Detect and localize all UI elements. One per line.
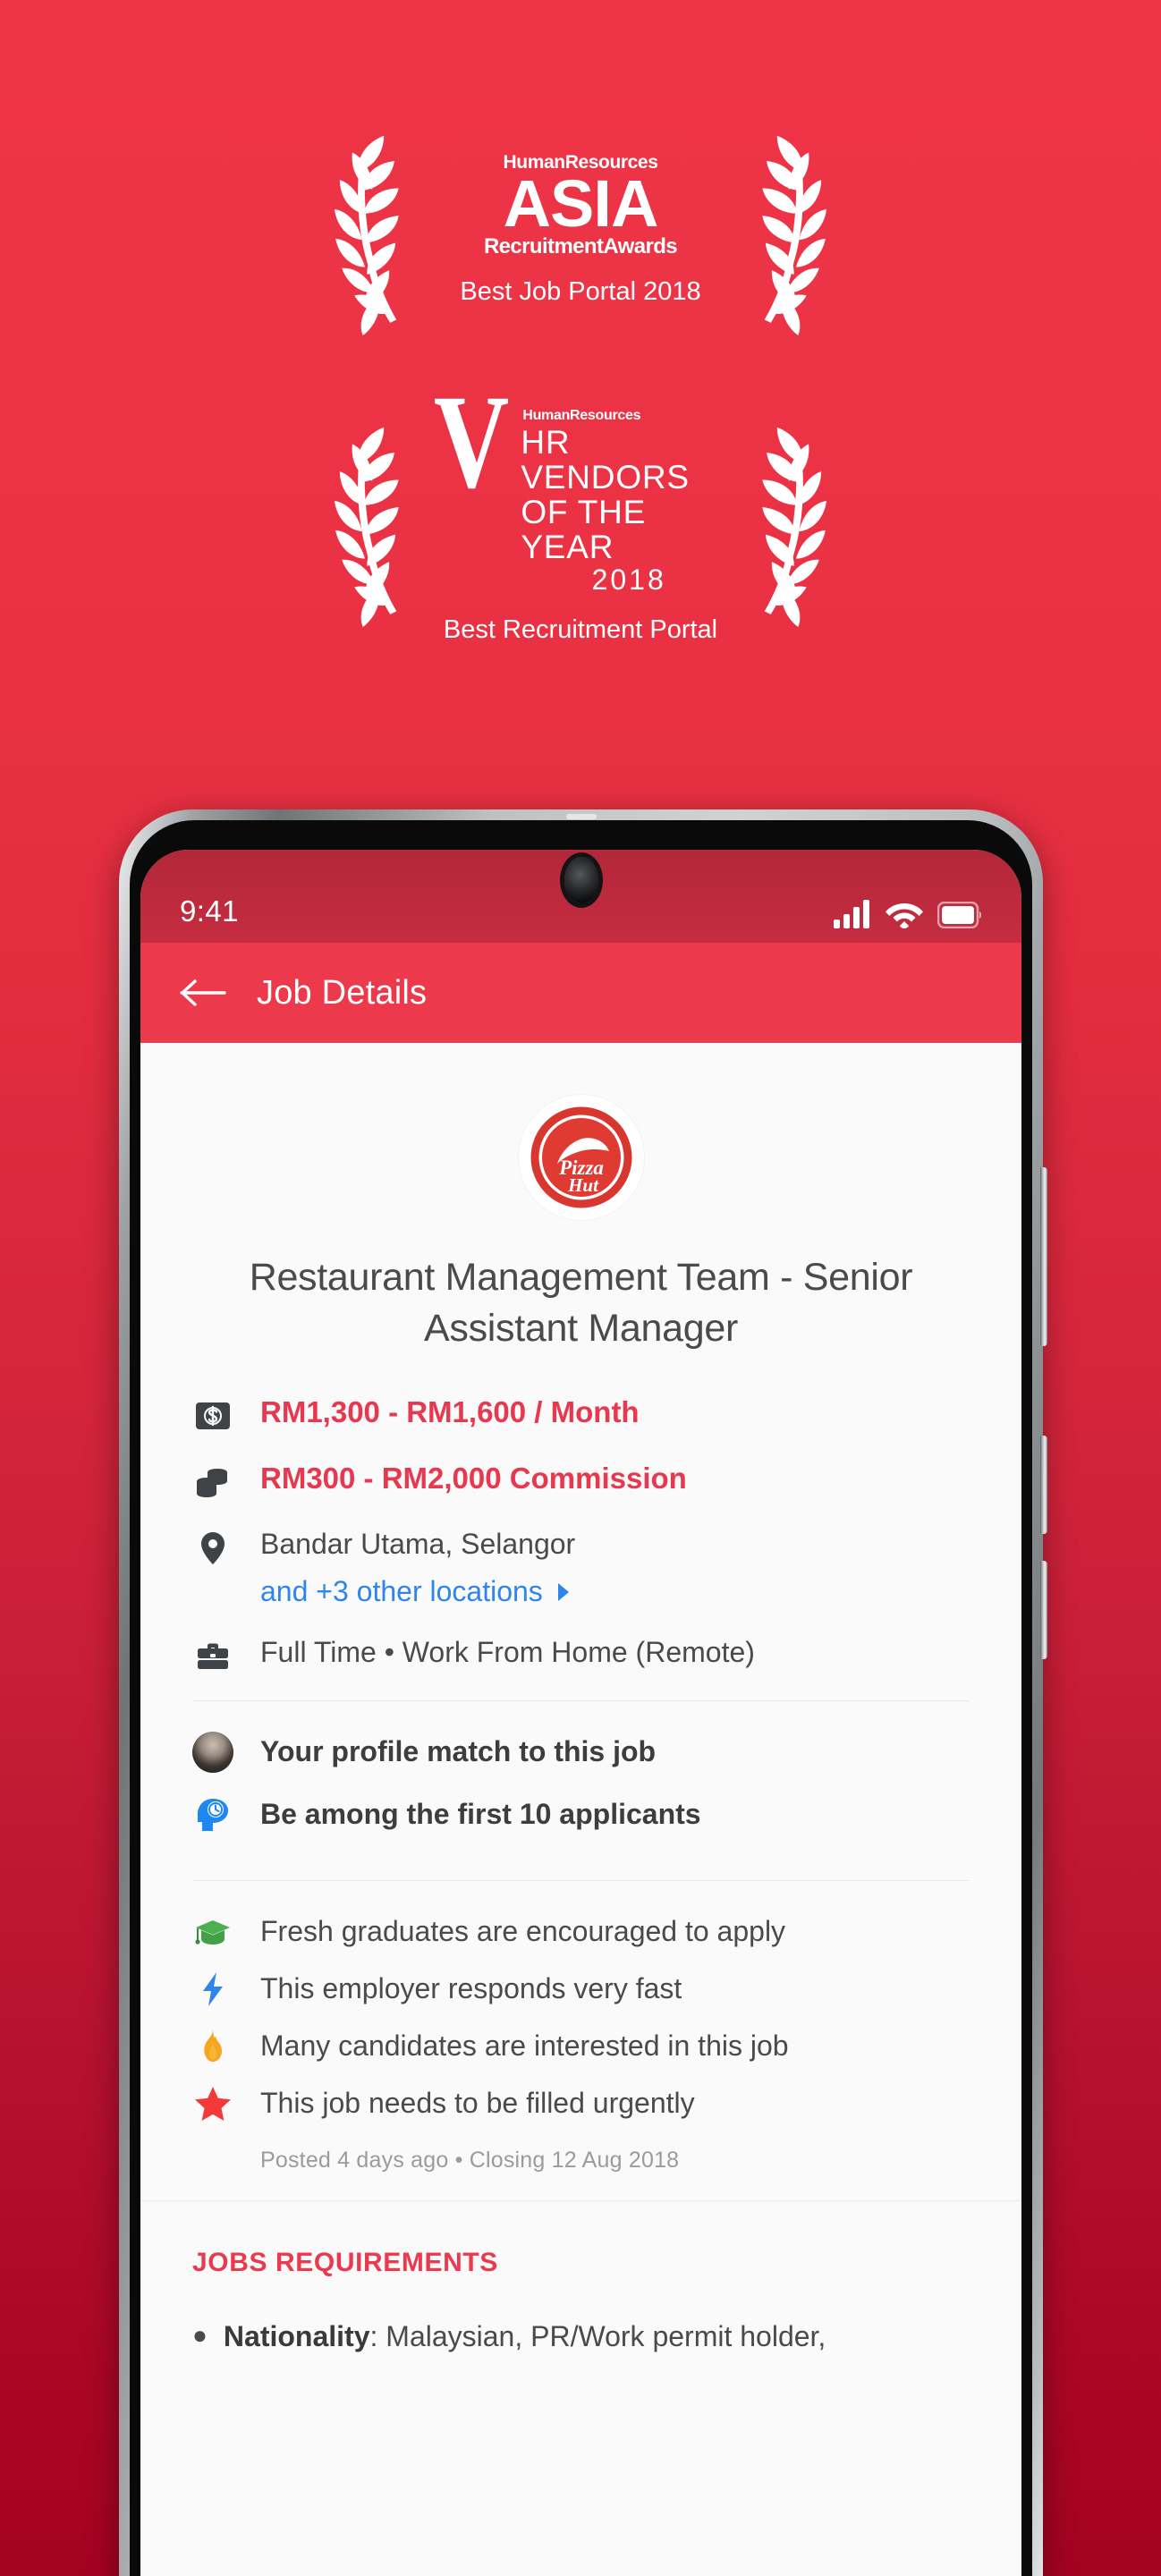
requirements-heading: JOBS REQUIREMENTS [192,2247,498,2277]
job-type-text: Full Time • Work From Home (Remote) [260,1635,755,1668]
phone-device-frame: 9:41 Job Details Pizza Hut Restaurant Ma… [119,809,1047,2576]
vendors-line-1: HR VENDORS [521,424,690,496]
graduation-cap-icon [192,1911,233,1953]
perk-text: This employer responds very fast [260,1972,682,2005]
award-center-asia: HumanResources ASIA RecruitmentAwards Be… [424,153,737,308]
phone-screen: 9:41 Job Details Pizza Hut Restaurant Ma… [140,850,1021,2576]
promo-background: HumanResources ASIA RecruitmentAwards Be… [0,0,1161,2576]
award-caption: Best Recruitment Portal [443,614,718,644]
job-info-location: Bandar Utama, Selangor and +3 other loca… [192,1526,970,1611]
profile-match-text: Your profile match to this job [260,1735,657,1768]
avatar-icon [192,1731,233,1773]
wifi-icon [886,903,923,928]
more-locations-label: and +3 other locations [260,1575,543,1608]
phone-antenna-line [565,814,597,819]
perk-fresh-graduates: Fresh graduates are encouraged to apply [192,1911,970,1953]
svg-text:Hut: Hut [567,1174,599,1196]
vendors-award-logo: V HumanResources HR VENDORS OF THE YEAR … [424,375,737,597]
early-applicant-row: Be among the first 10 applicants [192,1794,970,1835]
status-bar: 9:41 [140,850,1021,943]
vendors-text-block: HumanResources HR VENDORS OF THE YEAR 20… [521,398,737,597]
award-org-main: ASIA [503,165,659,241]
job-posted-info: Posted 4 days ago • Closing 12 Aug 2018 [260,2147,680,2173]
page-title: Job Details [257,973,428,1012]
job-title: Restaurant Management Team - Senior Assi… [249,1256,913,1350]
location-pin-icon [192,1528,233,1569]
dollar-note-icon [192,1395,233,1436]
job-details-content: Pizza Hut Restaurant Management Team - S… [140,1043,1021,2356]
laurel-wreath-left-icon [334,427,399,627]
vendors-line-2: OF THE YEAR [521,493,647,565]
award-center-vendors: V HumanResources HR VENDORS OF THE YEAR … [424,375,737,645]
status-bar-icons [834,900,982,928]
vendors-v-mark-icon: V [433,368,510,516]
perk-text: Many candidates are interested in this j… [260,2029,789,2063]
perk-urgent: This job needs to be filled urgently [192,2083,970,2124]
status-bar-time: 9:41 [180,894,239,928]
job-more-locations-row[interactable]: and +3 other locations [260,1573,575,1611]
phone-bezel: 9:41 Job Details Pizza Hut Restaurant Ma… [130,820,1032,2576]
job-info-type: Full Time • Work From Home (Remote) [192,1634,970,1677]
award-badge-asia: HumanResources ASIA RecruitmentAwards Be… [306,125,855,335]
company-logo[interactable]: Pizza Hut [518,1095,644,1220]
briefcase-icon [192,1636,233,1677]
perk-fast-response: This employer responds very fast [192,1969,970,2010]
requirement-value: : Malaysian, PR/Work permit holder, [369,2319,826,2352]
company-logo-wrap: Pizza Hut [140,1043,1021,1229]
job-salary-text: RM1,300 - RM1,600 / Month [260,1394,640,1428]
job-info-list: RM1,300 - RM1,600 / Month RM300 - RM2,00… [140,1354,1021,1677]
signal-bars-icon [834,900,869,928]
profile-match-section: Your profile match to this job Be among … [140,1701,1021,1862]
pizza-hut-logo-icon: Pizza Hut [530,1106,631,1208]
lightning-bolt-icon [192,1969,233,2010]
back-arrow-icon[interactable] [180,978,226,1008]
early-applicant-text: Be among the first 10 applicants [260,1798,701,1831]
vendors-year: 2018 [591,564,666,597]
award-badges: HumanResources ASIA RecruitmentAwards Be… [0,125,1161,645]
app-bar: Job Details [140,943,1021,1043]
award-org-sub: RecruitmentAwards [483,233,678,258]
laurel-wreath-left-icon [334,135,399,335]
bullet-icon: ● [192,2320,208,2349]
job-location-block: Bandar Utama, Selangor and +3 other loca… [260,1526,575,1611]
job-commission-text: RM300 - RM2,000 Commission [260,1461,687,1495]
requirement-item: ● Nationality: Malaysian, PR/Work permit… [192,2318,970,2356]
coins-stack-icon [192,1462,233,1503]
phone-assistant-button[interactable] [1040,1561,1047,1659]
requirement-label: Nationality [223,2319,370,2352]
award-badge-vendors: V HumanResources HR VENDORS OF THE YEAR … [306,375,855,645]
award-caption: Best Job Portal 2018 [460,277,701,307]
laurel-wreath-right-icon [762,135,827,335]
job-perks-section: Fresh graduates are encouraged to apply … [140,1881,1021,2200]
phone-power-button[interactable] [1040,1436,1047,1534]
battery-icon [937,902,981,928]
job-location-text: Bandar Utama, Selangor [260,1527,576,1560]
chevron-right-icon [557,1582,569,1601]
asia-award-logo: HumanResources ASIA RecruitmentAwards [483,153,678,258]
fire-icon [192,2026,233,2067]
requirement-body: Nationality: Malaysian, PR/Work permit h… [224,2318,826,2356]
profile-match-row: Your profile match to this job [192,1731,970,1773]
star-icon [192,2083,233,2124]
perk-many-candidates: Many candidates are interested in this j… [192,2026,970,2067]
perk-text: Fresh graduates are encouraged to apply [260,1915,786,1948]
job-requirements-section: JOBS REQUIREMENTS ● Nationality: Malaysi… [140,2199,1021,2356]
laurel-wreath-right-icon [762,427,827,627]
more-locations-link[interactable]: and +3 other locations [260,1573,572,1611]
perk-text: This job needs to be filled urgently [260,2087,695,2120]
phone-volume-button[interactable] [1040,1167,1047,1346]
award-org-kicker: HumanResources [522,408,641,423]
avatar [192,1731,233,1773]
job-info-commission: RM300 - RM2,000 Commission [192,1460,970,1503]
job-info-salary: RM1,300 - RM1,600 / Month [192,1394,970,1436]
early-applicant-head-icon [192,1794,233,1835]
front-camera-icon [564,857,598,903]
